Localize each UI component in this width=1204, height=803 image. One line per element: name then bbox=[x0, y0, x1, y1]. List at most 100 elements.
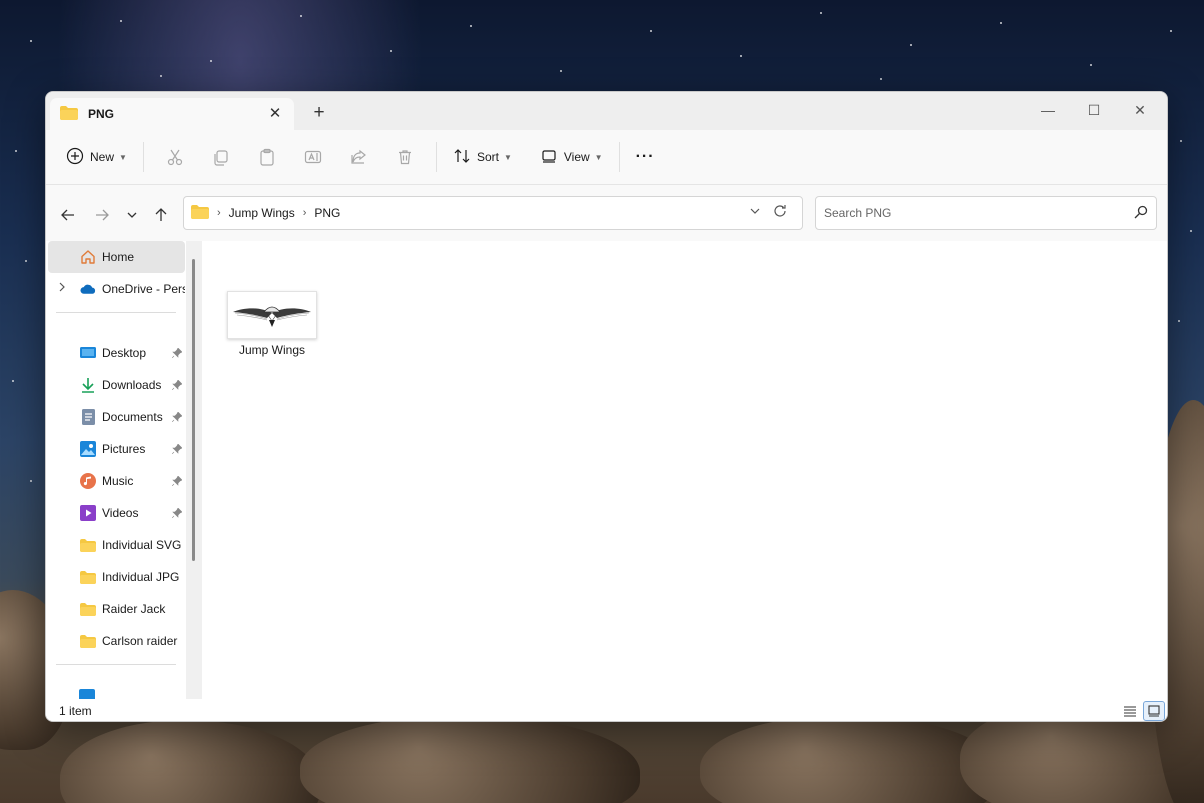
sidebar-item-label: Downloads bbox=[102, 378, 162, 392]
refresh-button[interactable] bbox=[772, 203, 792, 223]
search-box[interactable] bbox=[815, 196, 1157, 230]
breadcrumb-jump-wings[interactable]: Jump Wings bbox=[229, 206, 295, 220]
sidebar-item-desktop[interactable]: Desktop bbox=[48, 337, 185, 369]
file-item[interactable]: Jump Wings bbox=[226, 291, 318, 357]
copy-icon[interactable] bbox=[206, 141, 236, 173]
title-bar: PNG ✕ + — ☐ ✕ bbox=[46, 92, 1167, 130]
sidebar-item-raider-jack[interactable]: Raider Jack bbox=[48, 593, 185, 625]
this-pc-icon bbox=[79, 689, 95, 699]
pin-icon[interactable] bbox=[171, 347, 183, 361]
sidebar-item-label: Home bbox=[102, 250, 135, 264]
toolbar-divider bbox=[618, 142, 620, 172]
address-history-dropdown[interactable] bbox=[750, 206, 760, 218]
folder-icon bbox=[60, 105, 78, 123]
view-icon bbox=[540, 147, 558, 168]
sort-icon bbox=[453, 147, 471, 168]
pin-icon[interactable] bbox=[171, 475, 183, 489]
breadcrumb-separator: › bbox=[217, 207, 221, 219]
sidebar-item-carlson-raider[interactable]: Carlson raider bbox=[48, 625, 185, 657]
maximize-button[interactable]: ☐ bbox=[1071, 96, 1117, 124]
file-explorer-window: PNG ✕ + — ☐ ✕ New ▼ Sort ▼ View ▼ ··· › … bbox=[45, 91, 1168, 722]
sidebar-divider bbox=[56, 312, 176, 313]
chevron-down-icon: ▼ bbox=[503, 152, 512, 162]
sidebar-item-pictures[interactable]: Pictures bbox=[48, 433, 185, 465]
breadcrumb-png[interactable]: PNG bbox=[314, 206, 340, 220]
breadcrumb-separator: › bbox=[302, 207, 307, 219]
pin-icon[interactable] bbox=[171, 379, 183, 393]
cut-icon[interactable] bbox=[160, 141, 190, 173]
paste-icon[interactable] bbox=[252, 141, 282, 173]
large-icons-view-icon bbox=[1148, 705, 1160, 717]
new-button[interactable]: New ▼ bbox=[58, 141, 135, 173]
up-button[interactable] bbox=[149, 203, 173, 227]
delete-icon[interactable] bbox=[390, 141, 420, 173]
scrollbar-thumb[interactable] bbox=[192, 259, 195, 561]
music-icon bbox=[80, 473, 96, 489]
sidebar-item-label: Documents bbox=[102, 410, 163, 424]
sidebar-item-individual-svg[interactable]: Individual SVG bbox=[48, 529, 185, 561]
minimize-button[interactable]: — bbox=[1025, 96, 1071, 124]
sidebar-item-label: Music bbox=[102, 474, 134, 488]
jump-wings-image bbox=[233, 306, 311, 327]
folder-icon bbox=[80, 601, 96, 617]
sidebar-item-onedrive[interactable]: OneDrive - Personal bbox=[48, 273, 185, 305]
sidebar-scrollbar[interactable] bbox=[186, 241, 202, 699]
arrow-left-icon bbox=[61, 209, 74, 221]
chevron-right-icon[interactable] bbox=[58, 282, 66, 295]
new-button-label: New bbox=[90, 150, 115, 164]
navigation-pane: Home OneDrive - Personal Desktop Downloa… bbox=[46, 241, 202, 699]
pictures-icon bbox=[80, 441, 96, 457]
pin-icon[interactable] bbox=[171, 411, 183, 425]
sidebar-item-label: Desktop bbox=[102, 346, 147, 360]
arrow-up-icon bbox=[155, 208, 167, 221]
sidebar-item-label: Individual SVG bbox=[102, 538, 182, 552]
sidebar-item-documents[interactable]: Documents bbox=[48, 401, 185, 433]
tab-png[interactable]: PNG ✕ bbox=[50, 98, 294, 130]
search-input[interactable] bbox=[824, 206, 1134, 220]
forward-button[interactable] bbox=[90, 203, 114, 227]
more-options-button[interactable]: ··· bbox=[628, 141, 663, 173]
sidebar-item-individual-jpg[interactable]: Individual JPG bbox=[48, 561, 185, 593]
sidebar-divider bbox=[56, 664, 176, 665]
sidebar-item-home[interactable]: Home bbox=[48, 241, 185, 273]
sidebar-item-music[interactable]: Music bbox=[48, 465, 185, 497]
command-bar: New ▼ Sort ▼ View ▼ ··· bbox=[46, 130, 1167, 185]
search-icon[interactable] bbox=[1134, 205, 1148, 222]
toolbar-divider bbox=[435, 142, 437, 172]
rename-icon[interactable] bbox=[298, 141, 328, 173]
back-button[interactable] bbox=[56, 203, 80, 227]
address-bar[interactable]: › Jump Wings › PNG bbox=[183, 196, 803, 230]
file-name: Jump Wings bbox=[238, 343, 306, 357]
folder-icon bbox=[191, 204, 209, 222]
home-icon bbox=[80, 249, 96, 265]
sidebar-item-label: Individual JPG bbox=[102, 570, 180, 584]
chevron-down-icon bbox=[750, 208, 760, 214]
close-tab-button[interactable]: ✕ bbox=[266, 105, 284, 123]
pin-icon[interactable] bbox=[171, 507, 183, 521]
tab-title: PNG bbox=[88, 107, 115, 121]
new-tab-button[interactable]: + bbox=[308, 103, 330, 125]
sidebar-item-videos[interactable]: Videos bbox=[48, 497, 185, 529]
pin-icon[interactable] bbox=[171, 443, 183, 457]
sidebar-item-downloads[interactable]: Downloads bbox=[48, 369, 185, 401]
details-view-button[interactable] bbox=[1119, 701, 1141, 721]
sort-button[interactable]: Sort ▼ bbox=[445, 141, 520, 173]
folder-icon bbox=[80, 537, 96, 553]
recent-locations-button[interactable] bbox=[120, 203, 144, 227]
plus-circle-icon bbox=[66, 147, 84, 168]
sidebar-item-label: Carlson raider bbox=[102, 634, 178, 648]
downloads-icon bbox=[80, 377, 96, 393]
share-icon[interactable] bbox=[344, 141, 374, 173]
desktop-icon bbox=[80, 345, 96, 361]
arrow-right-icon bbox=[96, 209, 109, 221]
sidebar-item-label: Videos bbox=[102, 506, 139, 520]
folder-icon bbox=[80, 569, 96, 585]
sidebar-item-label: Raider Jack bbox=[102, 602, 166, 616]
onedrive-icon bbox=[80, 281, 96, 297]
tiles-view-button[interactable] bbox=[1143, 701, 1165, 721]
view-button[interactable]: View ▼ bbox=[532, 141, 611, 173]
chevron-down-icon: ▼ bbox=[594, 152, 603, 162]
sidebar-item-label: OneDrive - Personal bbox=[102, 282, 185, 296]
close-window-button[interactable]: ✕ bbox=[1117, 96, 1163, 124]
file-list-area: Jump Wings bbox=[202, 241, 1167, 699]
